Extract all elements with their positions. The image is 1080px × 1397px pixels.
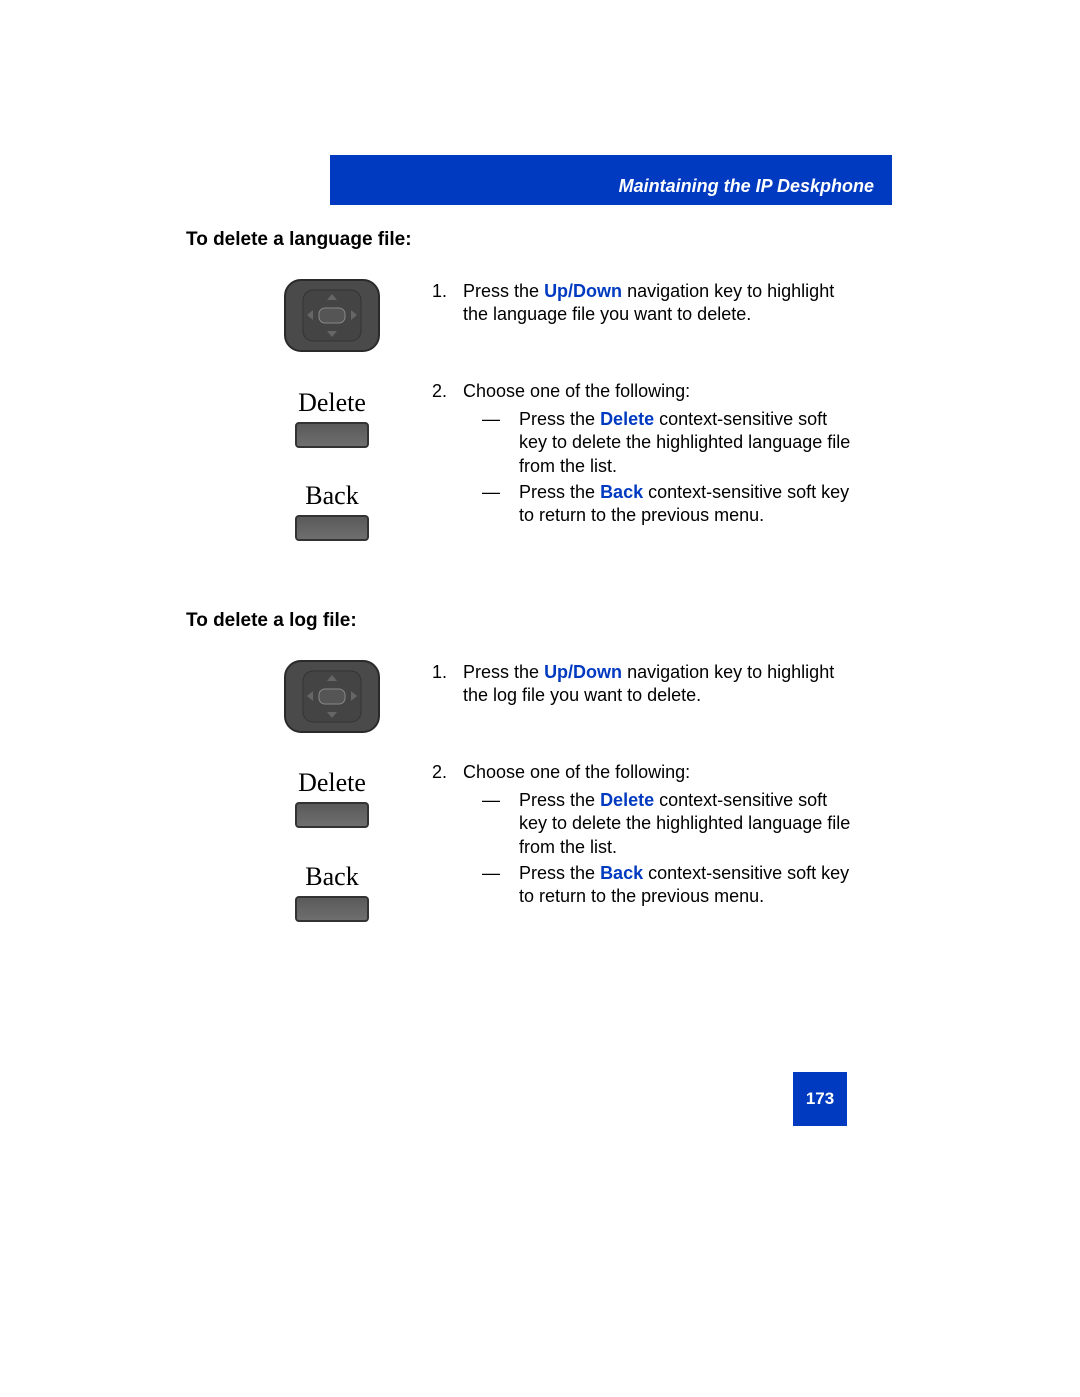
softkey-label-back: Back — [272, 862, 392, 892]
softkey-button-icon — [295, 896, 369, 922]
back-highlight: Back — [600, 863, 643, 883]
softkey-delete-block: Delete — [272, 388, 392, 448]
delete-highlight: Delete — [600, 409, 654, 429]
nav-pad-illustration — [272, 659, 392, 739]
substep-text: Press the Back context-sensitive soft ke… — [519, 481, 859, 528]
chapter-title: Maintaining the IP Deskphone — [619, 176, 874, 197]
dash-bullet: — — [482, 481, 514, 504]
page-number: 173 — [793, 1072, 847, 1126]
step-number: 1. — [432, 280, 458, 303]
substep-delete-log: — Press the Delete context-sensitive sof… — [482, 789, 862, 859]
delete-highlight: Delete — [600, 790, 654, 810]
dash-bullet: — — [482, 789, 514, 812]
softkey-button-icon — [295, 515, 369, 541]
heading-delete-log-file: To delete a log file: — [186, 610, 357, 632]
document-page: Maintaining the IP Deskphone To delete a… — [0, 0, 1080, 1397]
step-1-language: 1. Press the Up/Down navigation key to h… — [432, 280, 862, 327]
chapter-header-bar: Maintaining the IP Deskphone — [330, 155, 892, 205]
navigation-pad-icon — [283, 278, 381, 353]
softkey-button-icon — [295, 422, 369, 448]
substep-back-language: — Press the Back context-sensitive soft … — [482, 481, 862, 528]
step-number: 2. — [432, 761, 458, 784]
step-2-log: 2. Choose one of the following: — [432, 761, 862, 784]
softkey-label-delete: Delete — [272, 388, 392, 418]
step-text: Choose one of the following: — [463, 380, 857, 403]
substep-text: Press the Delete context-sensitive soft … — [519, 789, 859, 859]
heading-delete-language-file: To delete a language file: — [186, 229, 412, 251]
step-text: Press the Up/Down navigation key to high… — [463, 661, 857, 708]
step-number: 2. — [432, 380, 458, 403]
step-text: Choose one of the following: — [463, 761, 857, 784]
softkey-delete-block: Delete — [272, 768, 392, 828]
back-highlight: Back — [600, 482, 643, 502]
softkey-label-delete: Delete — [272, 768, 392, 798]
substep-text: Press the Back context-sensitive soft ke… — [519, 862, 859, 909]
step-text: Press the Up/Down navigation key to high… — [463, 280, 857, 327]
step-number: 1. — [432, 661, 458, 684]
substep-text: Press the Delete context-sensitive soft … — [519, 408, 859, 478]
softkey-back-block: Back — [272, 862, 392, 922]
dash-bullet: — — [482, 408, 514, 431]
up-down-highlight: Up/Down — [544, 281, 622, 301]
substep-delete-language: — Press the Delete context-sensitive sof… — [482, 408, 862, 478]
substep-back-log: — Press the Back context-sensitive soft … — [482, 862, 862, 909]
dash-bullet: — — [482, 862, 514, 885]
step-1-log: 1. Press the Up/Down navigation key to h… — [432, 661, 862, 708]
softkey-label-back: Back — [272, 481, 392, 511]
step-2-language: 2. Choose one of the following: — [432, 380, 862, 403]
softkey-back-block: Back — [272, 481, 392, 541]
up-down-highlight: Up/Down — [544, 662, 622, 682]
softkey-button-icon — [295, 802, 369, 828]
navigation-pad-icon — [283, 659, 381, 734]
nav-pad-illustration — [272, 278, 392, 358]
